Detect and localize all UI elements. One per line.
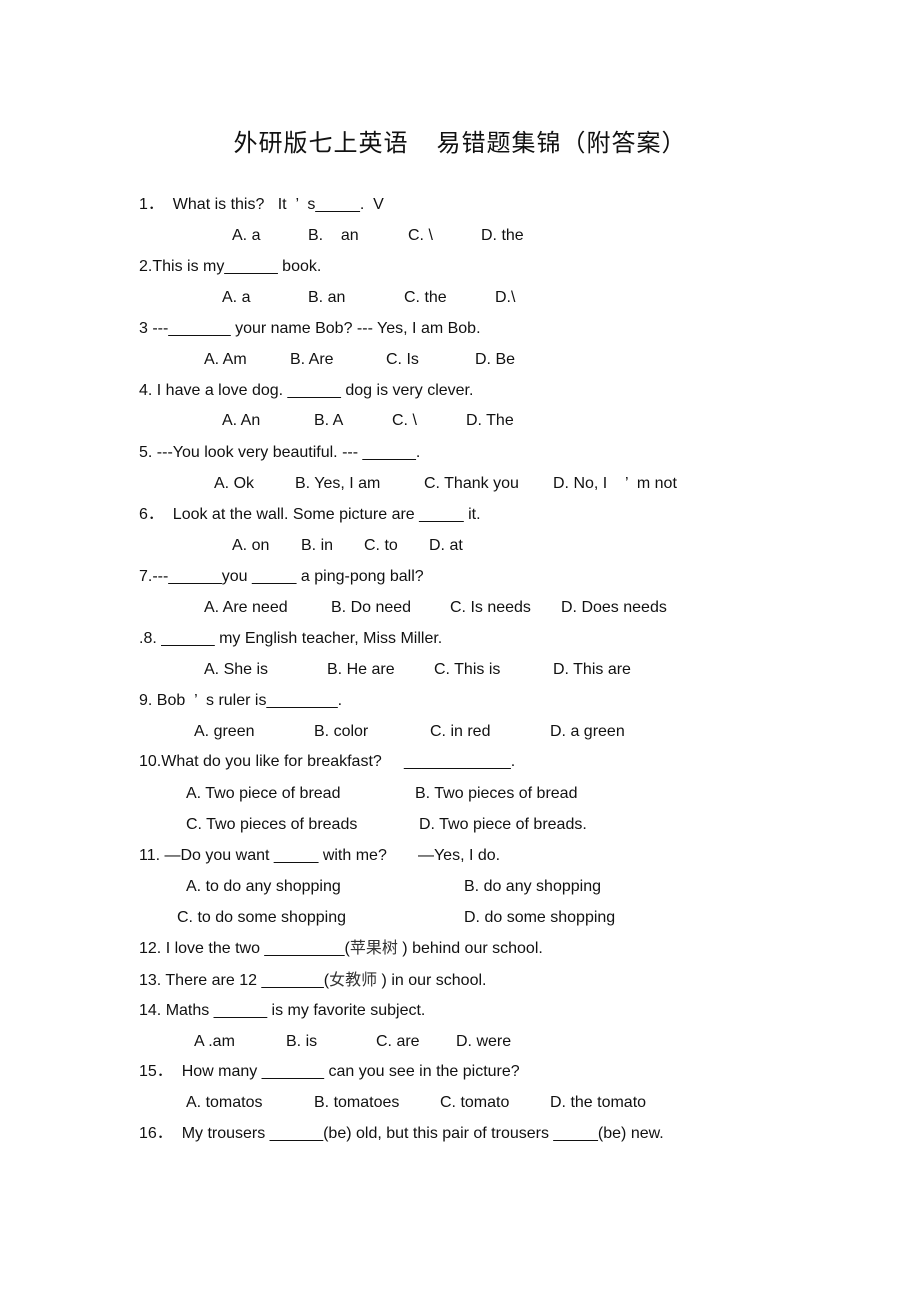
question-1-option-d: D. the: [481, 227, 524, 244]
question-12-chinese-hint: 苹果树: [349, 938, 398, 957]
question-12-stem-after: ) behind our school.: [397, 940, 543, 957]
question-4-option-b: B. A: [314, 412, 344, 429]
question-3-option-c: C. Is: [386, 351, 419, 368]
question-14-option-a: A .am: [194, 1033, 235, 1050]
question-9-option-a: A. green: [194, 723, 255, 740]
question-3-option-b: B. Are: [290, 351, 334, 368]
question-10-stem: 10.What do you like for breakfast? _____…: [139, 753, 516, 770]
question-8-option-d: D. This are: [553, 661, 631, 678]
question-4-option-c: C. \: [392, 412, 417, 429]
question-5-option-d: D. No, I ’ m not: [553, 475, 677, 492]
question-11-option-a: A. to do any shopping: [186, 878, 341, 895]
question-6-option-d: D. at: [429, 537, 463, 554]
question-11-option-b: B. do any shopping: [464, 878, 601, 895]
question-7-stem: 7.---______you _____ a ping-pong ball?: [139, 568, 424, 585]
question-2-option-c: C. the: [404, 289, 447, 306]
question-6-option-b: B. in: [301, 537, 334, 554]
question-6-option-a: A. on: [232, 537, 270, 554]
question-13-chinese-hint: 女教师: [329, 970, 378, 989]
question-4-option-a: A. An: [222, 412, 261, 429]
question-13-stem-after: ) in our school.: [377, 972, 487, 989]
question-6-option-c: C. to: [364, 537, 398, 554]
question-10-option-b: B. Two pieces of bread: [415, 785, 578, 802]
question-2-stem: 2.This is my______ book.: [139, 258, 322, 275]
question-2-option-d: D.\: [495, 289, 516, 306]
title-part-2: 易错题集锦（附答案）: [436, 129, 687, 157]
question-5-option-a: A. Ok: [214, 475, 255, 492]
question-9-option-d: D. a green: [550, 723, 625, 740]
question-2-option-b: B. an: [308, 289, 346, 306]
question-4-stem: 4. I have a love dog. ______ dog is very…: [139, 382, 474, 399]
question-15-stem: 15． How many _______ can you see in the …: [139, 1063, 520, 1080]
question-11-option-c: C. to do some shopping: [177, 909, 346, 926]
question-12-stem-before: 12. I love the two _________(: [139, 940, 350, 957]
question-5-option-b: B. Yes, I am: [295, 475, 381, 492]
question-12-stem: 12. I love the two _________(苹果树 ) behin…: [139, 938, 543, 959]
question-14-option-c: C. are: [376, 1033, 420, 1050]
question-15-option-d: D. the tomato: [550, 1094, 647, 1111]
question-15-option-c: C. tomato: [440, 1094, 510, 1111]
question-13-stem: 13. There are 12 _______(女教师 ) in our sc…: [139, 970, 486, 991]
question-11-option-d: D. do some shopping: [464, 909, 616, 926]
question-3-option-d: D. Be: [475, 351, 516, 368]
question-13-stem-before: 13. There are 12 _______(: [139, 972, 330, 989]
document-page: 外研版七上英语 易错题集锦（附答案） 1． What is this? It ’ …: [0, 0, 920, 1303]
question-7-option-c: C. Is needs: [450, 599, 531, 616]
question-14-option-d: D. were: [456, 1033, 512, 1050]
question-9-option-c: C. in red: [430, 723, 491, 740]
question-9-option-b: B. color: [314, 723, 369, 740]
question-10-option-c: C. Two pieces of breads: [186, 816, 358, 833]
title-part-1: 外研版七上英语: [233, 129, 409, 157]
question-8-option-b: B. He are: [327, 661, 395, 678]
question-11-stem: 11. —Do you want _____ with me? —Yes, I …: [139, 847, 501, 864]
question-15-option-a: A. tomatos: [186, 1094, 263, 1111]
question-6-stem: 6． Look at the wall. Some picture are __…: [139, 506, 481, 523]
question-7-option-b: B. Do need: [331, 599, 412, 616]
question-14-option-b: B. is: [286, 1033, 318, 1050]
question-1-option-c: C. \: [408, 227, 433, 244]
question-1-option-a: A. a: [232, 227, 261, 244]
question-16-stem: 16． My trousers ______(be) old, but this…: [139, 1125, 664, 1142]
document-title: 外研版七上英语 易错题集锦（附答案）: [0, 123, 920, 158]
question-10-option-d: D. Two piece of breads.: [419, 816, 587, 833]
question-3-stem: 3 ---_______ your name Bob? --- Yes, I a…: [139, 320, 481, 337]
question-1-option-b: B. an: [308, 227, 359, 244]
question-7-option-a: A. Are need: [204, 599, 288, 616]
question-1-stem: 1． What is this? It ’ s_____. V: [139, 196, 384, 213]
question-8-stem: .8. ______ my English teacher, Miss Mill…: [139, 630, 443, 647]
question-9-stem: 9. Bob ’ s ruler is________.: [139, 692, 343, 709]
question-8-option-c: C. This is: [434, 661, 501, 678]
question-2-option-a: A. a: [222, 289, 251, 306]
question-14-stem: 14. Maths ______ is my favorite subject.: [139, 1002, 426, 1019]
question-10-option-a: A. Two piece of bread: [186, 785, 341, 802]
question-8-option-a: A. She is: [204, 661, 269, 678]
question-5-option-c: C. Thank you: [424, 475, 519, 492]
question-5-stem: 5. ---You look very beautiful. --- _____…: [139, 444, 421, 461]
question-7-option-d: D. Does needs: [561, 599, 667, 616]
question-4-option-d: D. The: [466, 412, 514, 429]
question-3-option-a: A. Am: [204, 351, 247, 368]
question-15-option-b: B. tomatoes: [314, 1094, 400, 1111]
